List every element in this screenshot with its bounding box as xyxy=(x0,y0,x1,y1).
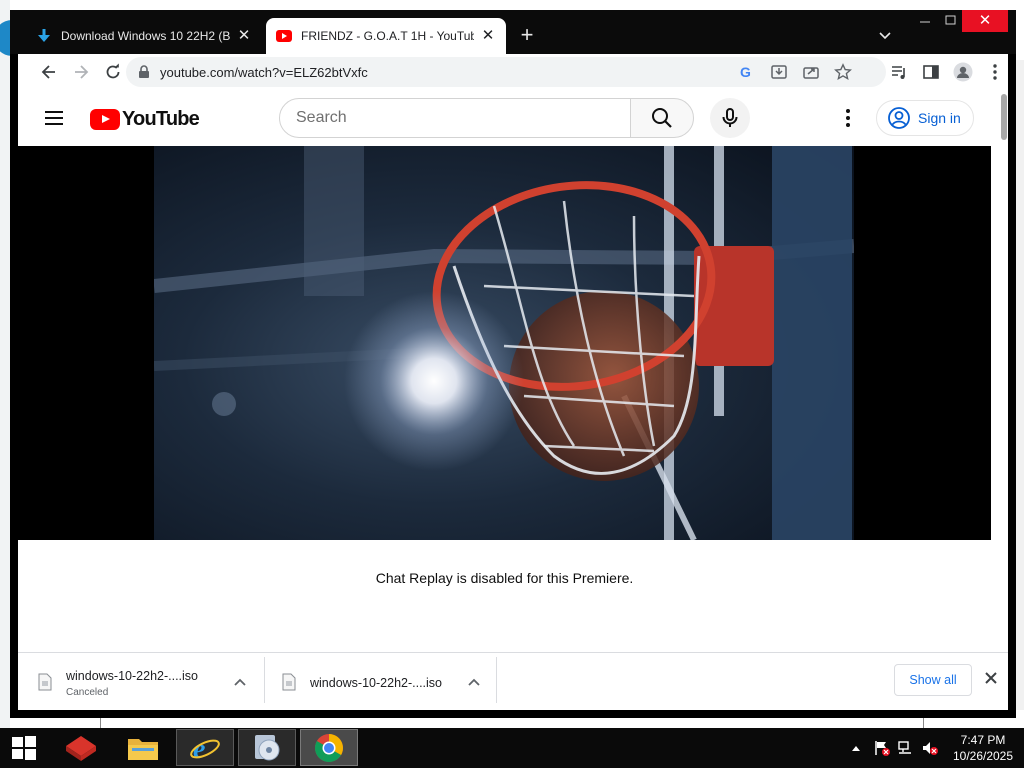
clock-date: 10/26/2025 xyxy=(952,749,1014,763)
download-arrow-icon xyxy=(36,28,52,44)
close-downloads-icon[interactable] xyxy=(984,671,998,685)
share-icon[interactable] xyxy=(802,63,820,81)
file-icon xyxy=(38,673,52,691)
search-box xyxy=(279,98,631,138)
window-close-button[interactable]: ✕ xyxy=(962,10,1008,32)
red-toolbox-icon xyxy=(66,736,96,761)
bookmark-star-icon[interactable] xyxy=(834,63,852,81)
file-icon xyxy=(282,673,296,691)
google-translate-icon[interactable]: G xyxy=(738,63,756,81)
reload-icon[interactable] xyxy=(102,61,124,83)
page-scrollbar[interactable] xyxy=(1000,90,1008,652)
tab-search-chevron-icon[interactable] xyxy=(876,26,894,44)
sign-in-button[interactable]: Sign in xyxy=(876,100,974,136)
red-app-taskbar-button[interactable] xyxy=(52,728,110,768)
svg-text:G: G xyxy=(740,64,751,80)
chrome-taskbar-button[interactable] xyxy=(300,729,358,766)
tab-download-windows[interactable]: Download Windows 10 22H2 (Bu ✕ xyxy=(26,18,262,54)
chevron-up-icon[interactable] xyxy=(466,674,482,690)
youtube-play-icon xyxy=(90,108,120,130)
network-icon[interactable] xyxy=(896,728,916,768)
address-bar[interactable]: youtube.com/watch?v=ELZ62btVxfc G xyxy=(126,57,886,87)
clock-time: 7:47 PM xyxy=(960,733,1006,747)
volume-muted-icon[interactable] xyxy=(920,728,940,768)
video-player[interactable] xyxy=(18,146,991,540)
tray-expand-icon[interactable] xyxy=(848,728,864,768)
youtube-logo-text: YouTube xyxy=(122,107,200,130)
file-explorer-taskbar-button[interactable] xyxy=(114,728,172,768)
side-panel-icon[interactable] xyxy=(920,61,942,83)
download-separator xyxy=(496,657,497,703)
youtube-icon xyxy=(276,28,292,44)
install-app-icon[interactable] xyxy=(770,63,788,81)
youtube-page: YouTube Sign in xyxy=(18,90,1000,652)
account-circle-icon xyxy=(888,107,910,129)
search-button[interactable] xyxy=(630,98,694,138)
background-window-edge xyxy=(100,718,924,728)
voice-search-button[interactable] xyxy=(710,98,750,138)
new-tab-button[interactable]: + xyxy=(516,24,538,46)
download-item[interactable]: windows-10-22h2-....iso Canceled xyxy=(26,659,258,705)
tab-youtube[interactable]: FRIENDZ - G.O.A.T 1H - YouTube ✕ xyxy=(266,18,506,54)
url-text: youtube.com/watch?v=ELZ62btVxfc xyxy=(160,65,368,80)
browser-toolbar: youtube.com/watch?v=ELZ62btVxfc G xyxy=(18,54,1008,90)
start-button[interactable] xyxy=(0,728,48,768)
youtube-logo[interactable]: YouTube xyxy=(90,107,200,130)
tab-close-icon[interactable]: ✕ xyxy=(236,28,252,44)
downloads-bar: windows-10-22h2-....iso Canceled windows… xyxy=(18,652,1008,710)
search-icon xyxy=(652,108,672,128)
background-window-edge xyxy=(0,0,10,728)
hamburger-menu-icon[interactable] xyxy=(42,106,66,130)
more-options-icon[interactable] xyxy=(836,106,860,130)
tab-strip: Download Windows 10 22H2 (Bu ✕ FRIENDZ -… xyxy=(10,10,1016,54)
chevron-up-icon[interactable] xyxy=(232,674,248,690)
download-status: Canceled xyxy=(66,687,109,698)
youtube-header: YouTube Sign in xyxy=(18,90,1000,146)
windows-logo-icon xyxy=(12,736,36,760)
scrollbar-thumb[interactable] xyxy=(1001,94,1007,140)
download-item[interactable]: windows-10-22h2-....iso xyxy=(264,659,496,705)
chrome-menu-icon[interactable] xyxy=(984,61,1006,83)
search-input[interactable] xyxy=(296,107,616,129)
forward-arrow-icon[interactable] xyxy=(70,61,92,83)
setup-disc-icon xyxy=(255,734,280,760)
tab-title: Download Windows 10 22H2 (Bu xyxy=(61,29,230,43)
tab-title: FRIENDZ - G.O.A.T 1H - YouTube xyxy=(301,29,474,43)
setup-disc-taskbar-button[interactable] xyxy=(238,729,296,766)
lock-icon xyxy=(138,65,150,79)
video-frame-basketball-hoop xyxy=(154,146,854,540)
download-filename: windows-10-22h2-....iso xyxy=(66,669,199,683)
action-center-flag-icon[interactable] xyxy=(872,728,892,768)
sign-in-label: Sign in xyxy=(918,110,961,126)
chrome-window: Download Windows 10 22H2 (Bu ✕ FRIENDZ -… xyxy=(10,10,1016,718)
microphone-icon xyxy=(722,108,738,127)
media-queue-icon[interactable] xyxy=(888,61,910,83)
tab-close-icon[interactable]: ✕ xyxy=(480,28,496,44)
back-arrow-icon[interactable] xyxy=(38,61,60,83)
internet-explorer-icon: e xyxy=(190,734,220,763)
chrome-icon xyxy=(315,733,343,762)
chat-replay-message: Chat Replay is disabled for this Premier… xyxy=(375,570,634,586)
taskbar-clock[interactable]: 7:47 PM 10/26/2025 xyxy=(946,732,1020,764)
internet-explorer-taskbar-button[interactable]: e xyxy=(176,729,234,766)
windows-taskbar: e 7:47 PM 10/26/2025 xyxy=(0,728,1024,768)
folder-icon xyxy=(128,739,158,760)
download-filename: windows-10-22h2-....iso xyxy=(310,676,443,690)
show-all-downloads-button[interactable]: Show all xyxy=(894,664,972,696)
profile-avatar-icon[interactable] xyxy=(952,61,974,83)
